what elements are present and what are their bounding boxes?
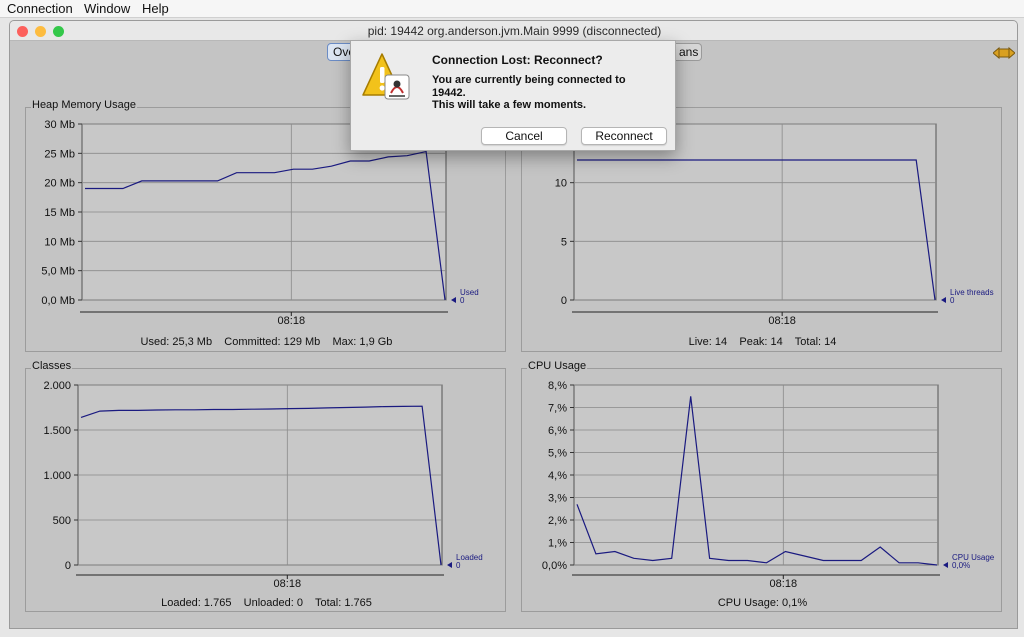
legend-value: 0 — [950, 296, 955, 305]
dialog-title: Connection Lost: Reconnect? — [432, 53, 603, 67]
cpu-panel: CPU Usage 8,% 7,% 6,% 5,% 4,% 3,% 2,% 1,% 0,0% 08… — [521, 360, 1002, 612]
y-tick-label: 5,0 Mb — [41, 266, 75, 278]
y-tick-label: 3,% — [548, 493, 567, 505]
legend-value: 0 — [456, 561, 461, 570]
y-tick-label: 2,% — [548, 515, 567, 527]
x-tick-label: 08:18 — [770, 578, 798, 590]
legend-name: Live threads — [950, 288, 994, 297]
y-tick-label: 10 Mb — [44, 236, 75, 248]
legend-value: 0 — [460, 296, 465, 305]
y-tick-label: 30 Mb — [44, 119, 75, 131]
y-tick-label: 5,% — [548, 448, 567, 460]
dialog-message-line: This will take a few moments. — [432, 99, 587, 111]
y-tick-label: 4,% — [548, 470, 567, 482]
legend-marker — [943, 562, 948, 568]
y-tick-label: 6,% — [548, 425, 567, 437]
menu-window[interactable]: Window — [84, 1, 130, 16]
y-tick-label: 20 Mb — [44, 178, 75, 190]
legend-marker — [941, 297, 946, 303]
y-tick-label: 15 Mb — [44, 207, 75, 219]
x-tick-label: 08:18 — [274, 578, 302, 590]
y-tick-label: 0 — [561, 295, 567, 307]
threads-stats: Live: 14 Peak: 14 Total: 14 — [688, 336, 837, 348]
cpu-usage-chart: 8,%7,%6,%5,%4,%3,%2,%1,%0,0%08:18CPU Usa… — [542, 380, 995, 590]
y-tick-label: 5 — [561, 236, 567, 248]
reconnect-button[interactable]: Reconnect — [581, 127, 667, 145]
legend-marker — [451, 297, 456, 303]
y-tick-label: 2.000 — [43, 380, 71, 392]
classes-panel: Classes 2.000 1.500 1.000 500 0 08:18 Loaded 0 … — [25, 360, 506, 612]
cancel-button[interactable]: Cancel — [481, 127, 567, 145]
classes-chart: 2.0001.5001.000500008:18Loaded0 — [43, 380, 482, 590]
y-tick-label: 1,% — [548, 538, 567, 550]
y-tick-label: 0,0 Mb — [41, 295, 75, 307]
menu-connection[interactable]: Connection — [7, 1, 73, 16]
x-tick-label: 08:18 — [768, 315, 796, 327]
legend-value: 0,0% — [952, 561, 970, 570]
dialog-message-line: 19442. — [432, 86, 466, 99]
y-tick-label: 7,% — [548, 403, 567, 415]
menu-bar: Connection Window Help — [0, 0, 1024, 18]
y-tick-label: 0 — [65, 560, 71, 572]
y-tick-label: 1.000 — [43, 470, 71, 482]
heap-stats: Used: 25,3 Mb Committed: 129 Mb Max: 1,9… — [140, 336, 393, 348]
y-tick-label: 25 Mb — [44, 148, 75, 160]
window-title: pid: 19442 org.anderson.jvm.Main 9999 (d… — [367, 24, 662, 38]
y-tick-label: 10 — [555, 178, 567, 190]
y-tick-label: 0,0% — [542, 560, 567, 572]
warning-icon — [362, 53, 410, 100]
title-bar: pid: 19442 org.anderson.jvm.Main 9999 (d… — [10, 21, 1017, 41]
cpu-stats: CPU Usage: 0,1% — [717, 597, 808, 609]
legend-marker — [447, 562, 452, 568]
plugin-connect-icon[interactable] — [993, 46, 1015, 60]
y-tick-label: 8,% — [548, 380, 567, 392]
y-tick-label: 1.500 — [43, 425, 71, 437]
dialog-message-line: You are currently being connected to — [432, 74, 626, 86]
menu-help[interactable]: Help — [142, 1, 169, 16]
classes-stats: Loaded: 1.765 Unloaded: 0 Total: 1.765 — [161, 597, 372, 609]
reconnect-dialog: Connection Lost: Reconnect? You are curr… — [350, 40, 676, 151]
tab-mbeans[interactable]: ans — [674, 43, 702, 61]
y-tick-label: 500 — [53, 515, 71, 527]
dialog-message: You are currently being connected to 194… — [432, 74, 662, 112]
x-tick-label: 08:18 — [278, 315, 306, 327]
